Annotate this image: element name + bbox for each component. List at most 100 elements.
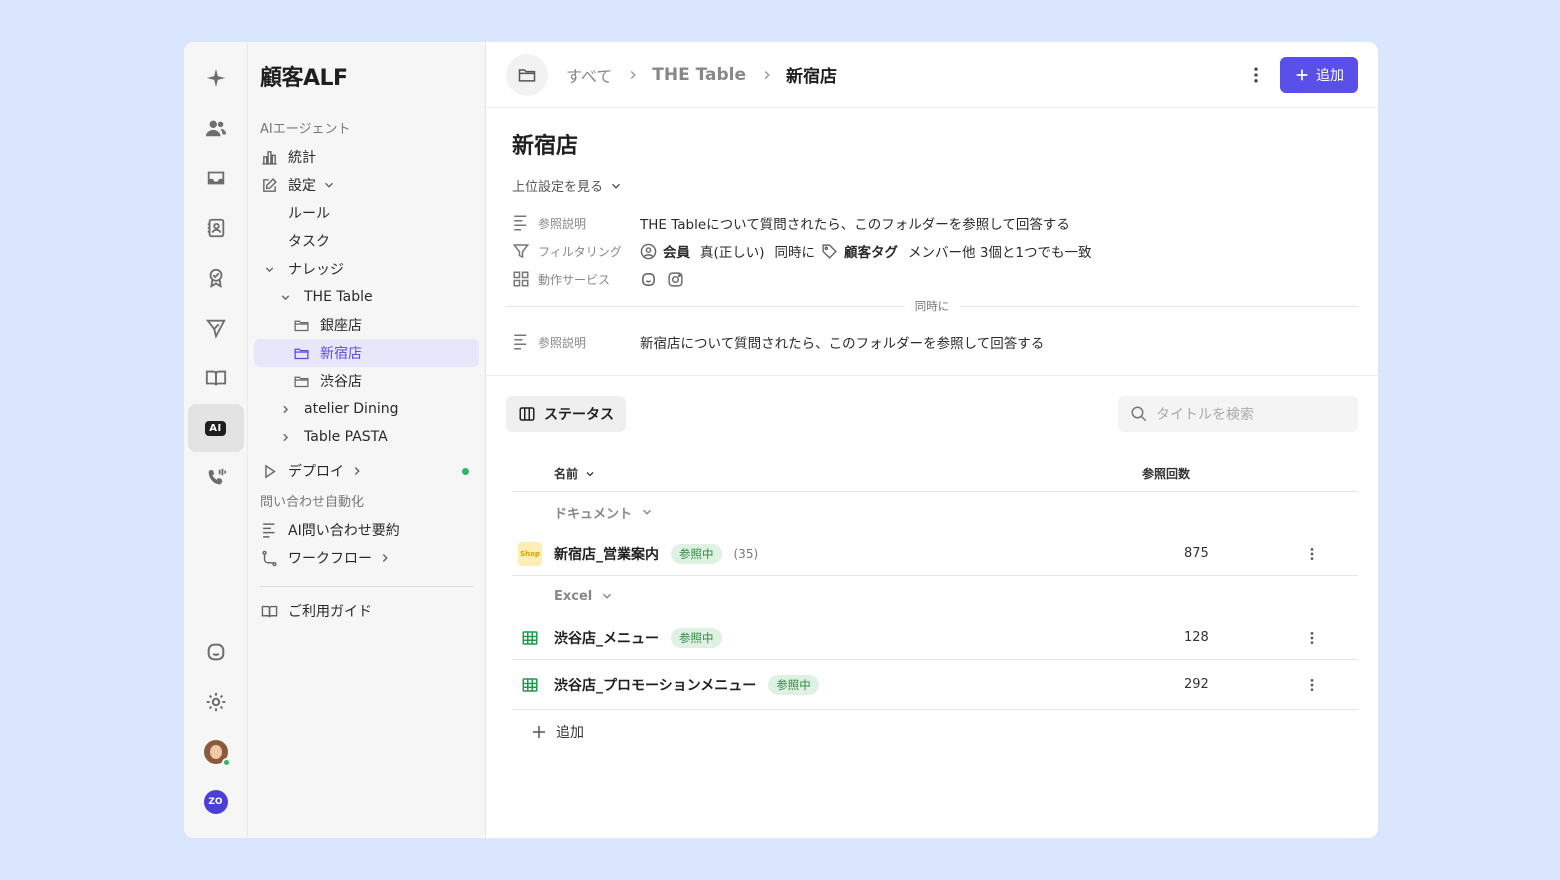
sidebar-item-shinjuku[interactable]: 新宿店 (254, 339, 479, 367)
add-row-button[interactable]: 追加 (512, 710, 1358, 754)
chevron-right-icon[interactable] (276, 428, 294, 446)
folder-icon (518, 68, 536, 82)
knowledge-table: 名前 参照回数 ドキュメント Shop 新宿店_営業案内 参照中 (35) 87… (512, 456, 1358, 754)
sidebar-item-the-table[interactable]: THE Table (254, 283, 479, 311)
ref-desc-value: THE Tableについて質問されたら、このフォルダーを参照して回答する (640, 217, 1070, 233)
column-count: 参照回数 (1142, 467, 1191, 481)
add-button[interactable]: 追加 (1280, 56, 1358, 93)
more-options-icon[interactable] (1246, 63, 1266, 87)
section-label-auto: 問い合わせ自動化 (260, 495, 365, 510)
sidebar-item-pasta[interactable]: Table PASTA (254, 423, 479, 451)
ai-agent-icon[interactable]: AI (187, 404, 244, 452)
send-icon[interactable] (188, 304, 244, 352)
bar-chart-icon (260, 148, 278, 166)
chevron-down-icon (584, 468, 596, 480)
sidebar-item-ginza[interactable]: 銀座店 (254, 311, 479, 339)
reference-count: 128 (1184, 630, 1209, 645)
zo-logo[interactable]: ZO (188, 778, 244, 826)
chevron-right-icon (760, 68, 774, 82)
folder-icon (292, 344, 310, 362)
book-icon[interactable] (188, 354, 244, 402)
upper-settings-link[interactable]: 上位設定を見る (512, 176, 1358, 195)
plus-icon (1296, 69, 1308, 80)
search-icon (1130, 405, 1148, 423)
chat-icon[interactable] (188, 628, 244, 676)
sidebar-item-guide[interactable]: ご利用ガイド (254, 597, 479, 625)
chevron-down-icon (640, 505, 654, 519)
ref-desc-2-value: 新宿店について質問されたら、このフォルダーを参照して回答する (640, 336, 1045, 352)
table-row[interactable]: Shop 新宿店_営業案内 参照中 (35) 875 (512, 532, 1358, 576)
sidebar-item-rules[interactable]: ルール (254, 199, 479, 227)
avatar (203, 740, 231, 767)
status-badge: 参照中 (671, 543, 722, 564)
gear-icon[interactable] (188, 678, 244, 726)
sidebar-item-summary[interactable]: AI問い合わせ要約 (254, 516, 479, 544)
sidebar-item-deploy[interactable]: デプロイ (254, 457, 479, 485)
folder-button[interactable] (506, 53, 548, 96)
chat-icon (640, 271, 657, 288)
sidebar-item-shibuya[interactable]: 渋谷店 (254, 367, 479, 395)
columns-icon (518, 405, 536, 423)
sidebar-item-settings[interactable]: 設定 (254, 171, 479, 199)
breadcrumb-parent[interactable]: THE Table (652, 65, 746, 85)
folder-icon (292, 372, 310, 390)
reference-count: 875 (1184, 546, 1209, 561)
breadcrumb-current: 新宿店 (786, 67, 838, 87)
status-badge: 参照中 (671, 627, 722, 648)
edit-icon (260, 176, 278, 194)
search-input[interactable]: タイトルを検索 (1118, 396, 1358, 432)
topbar: すべて THE Table 新宿店 追加 (486, 42, 1378, 108)
chevron-right-icon[interactable] (276, 400, 294, 418)
property-ref-desc-2: 参照説明 新宿店について質問されたら、このフォルダーを参照して回答する (512, 328, 1044, 356)
contacts-icon[interactable] (188, 204, 244, 252)
group-document[interactable]: ドキュメント (512, 492, 1358, 532)
simultaneous-divider: 同時に (506, 298, 1358, 314)
users-icon[interactable] (188, 104, 244, 152)
more-options-icon[interactable] (1302, 630, 1322, 646)
topbar-actions: 追加 (1246, 56, 1358, 93)
property-service: 動作サービス (512, 265, 1358, 293)
sidebar-item-knowledge[interactable]: ナレッジ (254, 255, 479, 283)
sidebar-item-atelier[interactable]: atelier Dining (254, 395, 479, 423)
badge-icon[interactable] (188, 254, 244, 302)
property-ref-desc: 参照説明 THE Tableについて質問されたら、このフォルダーを参照して回答す… (512, 209, 1358, 237)
book-open-icon (260, 602, 278, 620)
sparkle-icon[interactable] (188, 54, 244, 102)
status-button[interactable]: ステータス (506, 396, 626, 432)
table-row[interactable]: 渋谷店_プロモーションメニュー 参照中 292 (512, 660, 1358, 710)
chevron-right-icon (378, 551, 392, 565)
chevron-down-icon[interactable] (260, 260, 278, 278)
group-excel[interactable]: Excel (512, 576, 1358, 616)
tag-icon (821, 243, 838, 260)
text-lines-icon (512, 333, 530, 351)
page-title: 新宿店 (512, 134, 579, 159)
sidebar-divider (260, 586, 473, 587)
sidebar-item-stats[interactable]: 統計 (254, 143, 479, 171)
sidebar-item-workflow[interactable]: ワークフロー (254, 544, 479, 572)
sidebar-item-tasks[interactable]: タスク (254, 227, 479, 255)
status-badge: 参照中 (768, 674, 819, 695)
breadcrumb-all[interactable]: すべて (566, 63, 612, 87)
chevron-right-icon (626, 68, 640, 82)
phone-icon[interactable] (188, 454, 244, 502)
property-filter: フィルタリング 会員 真(正しい) 同時に 顧客タグ メンバー他 3個と1つでも… (512, 237, 1358, 265)
inbox-icon[interactable] (188, 154, 244, 202)
text-lines-icon (260, 521, 278, 539)
column-name[interactable]: 名前 (512, 465, 1142, 482)
sub-count: (35) (733, 546, 759, 561)
spreadsheet-icon (518, 626, 542, 650)
filter-icon (512, 242, 530, 260)
folder-icon (292, 316, 310, 334)
more-options-icon[interactable] (1302, 677, 1322, 693)
icon-rail: AI ZO (184, 42, 248, 838)
table-tools: ステータス タイトルを検索 (486, 376, 1378, 432)
table-row[interactable]: 渋谷店_メニュー 参照中 128 (512, 616, 1358, 660)
more-options-icon[interactable] (1302, 546, 1322, 562)
table-header: 名前 参照回数 (512, 456, 1358, 492)
plus-icon (530, 723, 548, 741)
spreadsheet-icon (518, 673, 542, 697)
user-avatar[interactable] (188, 728, 244, 776)
section-label-ai: AIエージェント (260, 122, 351, 137)
workflow-icon (260, 549, 278, 567)
chevron-down-icon[interactable] (276, 288, 294, 306)
